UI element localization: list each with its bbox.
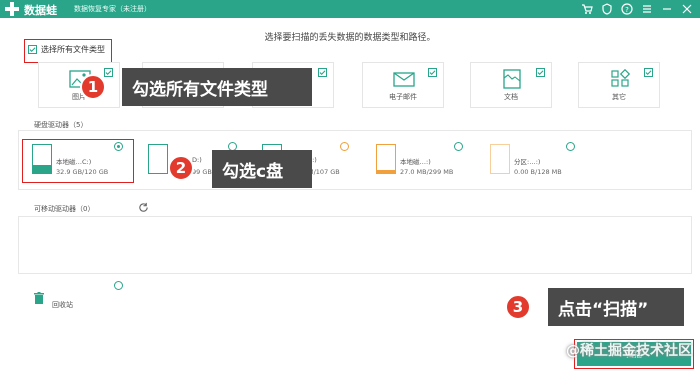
document-icon bbox=[503, 69, 521, 89]
drive-icon bbox=[148, 144, 168, 174]
shield-icon[interactable] bbox=[600, 2, 614, 16]
highlight-box bbox=[24, 39, 112, 63]
type-label: 电子邮件 bbox=[389, 93, 417, 101]
svg-text:?: ? bbox=[625, 6, 629, 14]
removable-drives-panel bbox=[18, 216, 692, 274]
drive-size: 27.0 MB/299 MB bbox=[400, 168, 454, 176]
email-icon bbox=[393, 72, 415, 87]
checkbox-icon[interactable] bbox=[428, 68, 437, 77]
titlebar-controls: ? bbox=[580, 2, 694, 16]
drive-size: 0.00 B/128 MB bbox=[514, 168, 562, 176]
other-icon bbox=[611, 69, 631, 87]
highlight-box bbox=[22, 139, 134, 183]
help-icon[interactable]: ? bbox=[620, 2, 634, 16]
drive-local-radio[interactable] bbox=[454, 142, 463, 151]
type-card-document[interactable]: 文档 bbox=[470, 62, 552, 108]
drive-icon bbox=[490, 144, 510, 174]
recycle-bin-label[interactable]: 回收站 bbox=[52, 300, 73, 310]
type-card-picture[interactable]: 图片 bbox=[38, 62, 120, 108]
drive-name: D:) bbox=[192, 156, 202, 164]
callout-text: 点击“扫描” bbox=[558, 299, 649, 320]
drive-partition[interactable]: 分区:…:) 0.00 B/128 MB bbox=[490, 144, 600, 184]
drive-size: 99 GB bbox=[192, 168, 212, 176]
removable-drives-label: 可移动驱动器（0） bbox=[34, 205, 95, 213]
drive-local[interactable]: 本地磁…:) 27.0 MB/299 MB bbox=[376, 144, 486, 184]
callout-number: 2 bbox=[168, 155, 194, 181]
type-label: 其它 bbox=[612, 93, 626, 101]
app-subtitle: 数据恢复专家（未注册） bbox=[74, 5, 151, 13]
type-label: 文档 bbox=[504, 93, 518, 101]
callout-3: 点击“扫描” bbox=[548, 288, 684, 326]
trash-icon bbox=[34, 292, 44, 304]
app-name: 数据蛙 bbox=[24, 4, 57, 17]
watermark: @稀土掘金技术社区 bbox=[566, 343, 692, 359]
type-card-other[interactable]: 其它 bbox=[578, 62, 660, 108]
refresh-icon[interactable] bbox=[138, 202, 149, 213]
title-bar: 数据蛙 数据恢复专家（未注册） ? bbox=[0, 0, 700, 18]
drive-e-radio[interactable] bbox=[340, 142, 349, 151]
minimize-icon[interactable] bbox=[660, 2, 674, 16]
app-logo-icon bbox=[5, 2, 19, 16]
checkbox-icon[interactable] bbox=[318, 68, 327, 77]
type-card-email[interactable]: 电子邮件 bbox=[362, 62, 444, 108]
cart-icon[interactable] bbox=[580, 2, 594, 16]
close-icon[interactable] bbox=[680, 2, 694, 16]
callout-2: 勾选c盘 bbox=[212, 150, 312, 188]
drive-name: 本地磁…:) bbox=[400, 158, 431, 166]
callout-text: 勾选所有文件类型 bbox=[132, 79, 268, 100]
callout-number: 1 bbox=[80, 74, 106, 100]
checkbox-icon[interactable] bbox=[536, 68, 545, 77]
drive-size: M/107 GB bbox=[308, 168, 340, 176]
callout-text: 勾选c盘 bbox=[222, 161, 284, 182]
drive-partition-radio[interactable] bbox=[566, 142, 575, 151]
menu-icon[interactable] bbox=[640, 2, 654, 16]
callout-1: 勾选所有文件类型 bbox=[122, 68, 312, 106]
callout-number: 3 bbox=[505, 294, 531, 320]
type-label: 图片 bbox=[72, 93, 86, 101]
checkbox-icon[interactable] bbox=[104, 68, 113, 77]
drive-icon bbox=[376, 144, 396, 174]
drive-usage-bar bbox=[377, 170, 395, 173]
checkbox-icon[interactable] bbox=[644, 68, 653, 77]
drive-name: 分区:…:) bbox=[514, 158, 541, 166]
hard-drives-label: 硬盘驱动器（5） bbox=[34, 121, 88, 129]
recycle-bin-radio[interactable] bbox=[114, 281, 123, 290]
